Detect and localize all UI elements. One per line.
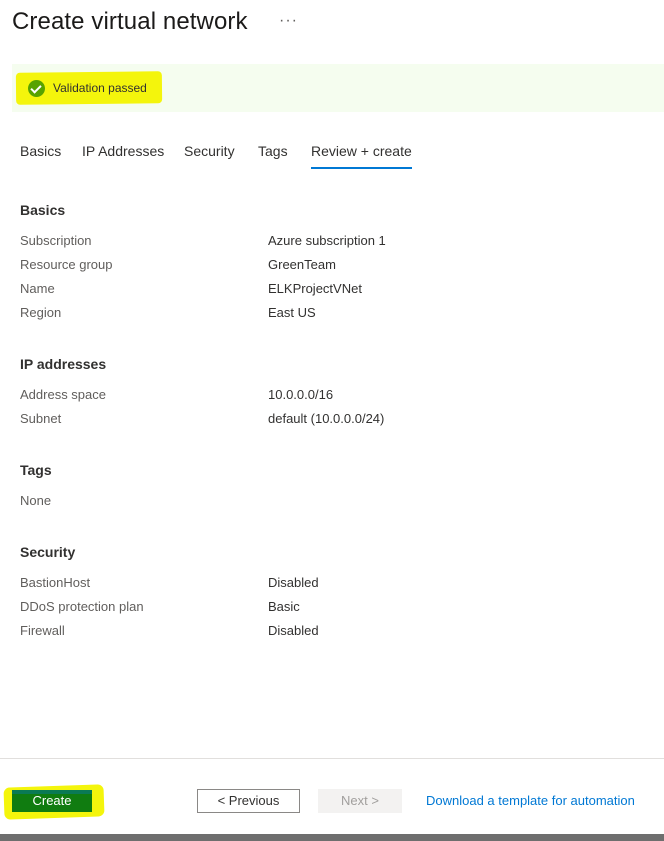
section-title-tags: Tags <box>20 462 52 478</box>
row-value: Disabled <box>268 623 319 638</box>
row-label: Region <box>20 305 62 320</box>
row-value: Basic <box>268 599 300 614</box>
previous-button[interactable]: < Previous <box>197 789 300 813</box>
check-circle-icon <box>28 80 45 97</box>
row-label: Subnet <box>20 411 62 426</box>
tab-ip-addresses[interactable]: IP Addresses <box>82 143 164 167</box>
section-title-security: Security <box>20 544 76 560</box>
row-label: Firewall <box>20 623 65 638</box>
row-value: East US <box>268 305 316 320</box>
row-value: Disabled <box>268 575 319 590</box>
create-button[interactable]: Create <box>12 790 92 812</box>
row-value: Azure subscription 1 <box>268 233 386 248</box>
row-label: Subscription <box>20 233 92 248</box>
row-value: GreenTeam <box>268 257 336 272</box>
next-button: Next > <box>318 789 402 813</box>
row-value: 10.0.0.0/16 <box>268 387 334 402</box>
row-label: BastionHost <box>20 575 91 590</box>
download-template-link[interactable]: Download a template for automation <box>426 793 635 808</box>
row-label: Address space <box>20 387 106 402</box>
row-value: default (10.0.0.0/24) <box>268 411 385 426</box>
validation-status-text: Validation passed <box>53 81 147 95</box>
tab-basics[interactable]: Basics <box>20 143 61 167</box>
section-title-ip-addresses: IP addresses <box>20 356 107 372</box>
row-label: Resource group <box>20 257 113 272</box>
page-title: Create virtual network <box>12 8 248 35</box>
footer-divider <box>0 758 664 759</box>
tab-review-create[interactable]: Review + create <box>311 143 412 169</box>
section-title-basics: Basics <box>20 202 66 218</box>
window-bottom-edge <box>0 834 664 841</box>
row-label: DDoS protection plan <box>20 599 144 614</box>
row-value: ELKProjectVNet <box>268 281 362 296</box>
tab-security[interactable]: Security <box>184 143 235 167</box>
row-label: Name <box>20 281 55 296</box>
row-label: None <box>20 493 52 508</box>
more-options-icon[interactable]: ··· <box>279 12 298 30</box>
tab-tags[interactable]: Tags <box>258 143 288 167</box>
